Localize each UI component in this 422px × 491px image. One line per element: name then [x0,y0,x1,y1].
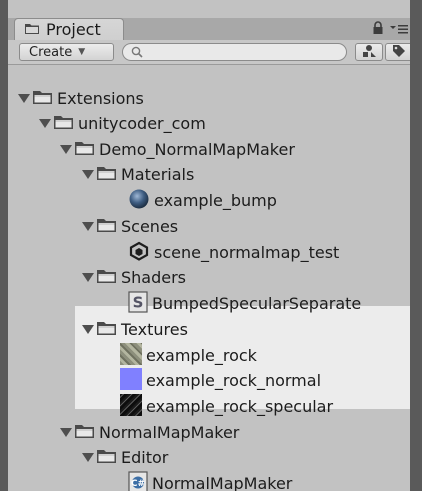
tree-item-label: NormalMapMaker [99,423,240,442]
tree-folder-row[interactable]: Demo_NormalMapMaker [60,137,410,162]
lock-icon[interactable] [372,20,384,39]
expand-arrow-icon[interactable] [82,273,94,282]
tree-asset-row[interactable]: C# NormalMapMaker [128,470,410,491]
expand-arrow-icon[interactable] [39,119,51,128]
menu-icon[interactable] [390,20,408,39]
tree-item-label: Textures [121,320,188,339]
folder-icon [96,217,117,237]
tree-folder-row[interactable]: Scenes [82,214,410,239]
csharp-script-icon: C# [128,470,148,491]
tree-asset-row[interactable]: example_bump [128,188,410,213]
project-tree: Extensions unitycoder_com Demo_NormalMapMa… [8,64,410,491]
project-toolbar: Create ▼ [8,40,413,65]
folder-icon [96,320,117,340]
filter-by-type-button[interactable] [355,43,383,61]
tree-item-label: example_rock_specular [146,397,334,416]
search-input[interactable] [145,44,329,60]
folder-icon [96,268,117,288]
tree-asset-row[interactable]: example_rock_specular [120,393,410,420]
expand-arrow-icon[interactable] [82,325,94,334]
tree-folder-row[interactable]: Shaders [82,265,410,290]
expand-arrow-icon[interactable] [82,453,94,462]
create-label: Create [29,44,73,60]
tree-asset-row[interactable]: scene_normalmap_test [128,240,410,265]
folder-icon [96,165,117,185]
folder-icon [24,20,40,39]
caret-down-icon: ▼ [78,47,86,57]
tree-asset-row[interactable]: example_rock [120,342,410,369]
tree-folder-row[interactable]: Materials [82,162,410,187]
tree-item-label: example_bump [154,191,277,210]
expand-arrow-icon[interactable] [18,94,30,103]
tag-icon [392,43,406,62]
tab-label: Project [46,20,101,39]
tree-item-label: Demo_NormalMapMaker [99,140,295,159]
folder-icon [53,114,74,134]
label-filter-icon [361,43,377,62]
folder-icon [74,140,95,160]
unity-scene-icon [128,240,150,266]
project-window: Project Create ▼ Extensions unitycoder_c… [0,0,422,491]
tree-folder-row[interactable]: Textures [82,317,410,342]
search-field[interactable] [122,43,347,61]
folder-icon [96,448,117,468]
tree-item-label: example_rock [146,346,257,365]
tree-folder-row[interactable]: NormalMapMaker [60,420,410,445]
expand-arrow-icon[interactable] [82,222,94,231]
expand-arrow-icon[interactable] [60,428,72,437]
tree-folder-row[interactable]: Extensions [18,86,410,111]
tree-item-label: Editor [121,448,169,467]
tab-project[interactable]: Project [14,18,124,40]
texture-thumbnail-icon [120,342,142,369]
texture-thumbnail-icon [120,393,142,420]
tree-item-label: Extensions [57,89,144,108]
tree-asset-row[interactable]: example_rock_normal [120,367,410,394]
tree-item-label: scene_normalmap_test [154,243,340,262]
tab-bar: Project [8,18,410,41]
filter-by-label-button[interactable] [385,43,413,61]
material-sphere-icon [128,188,150,214]
tree-item-label: unitycoder_com [78,114,206,133]
tree-asset-row[interactable]: S BumpedSpecularSeparate [128,290,410,317]
tree-item-label: BumpedSpecularSeparate [152,294,362,313]
tab-controls [358,20,408,38]
tree-folder-row[interactable]: unitycoder_com [39,111,410,136]
shader-file-icon: S [128,290,148,317]
expand-arrow-icon[interactable] [60,145,72,154]
texture-thumbnail-icon [120,367,142,394]
folder-icon [32,89,53,109]
tree-item-label: Materials [121,165,195,184]
tree-item-label: Scenes [121,217,179,236]
tree-item-label: NormalMapMaker [152,474,293,491]
svg-text:S: S [133,293,144,311]
tree-folder-row[interactable]: Editor [82,445,410,470]
tree-item-label: Shaders [121,268,187,287]
folder-icon [74,423,95,443]
search-icon [131,43,143,62]
svg-text:C#: C# [131,479,145,489]
expand-arrow-icon[interactable] [82,170,94,179]
create-button[interactable]: Create ▼ [19,43,114,61]
tree-item-label: example_rock_normal [146,371,322,390]
